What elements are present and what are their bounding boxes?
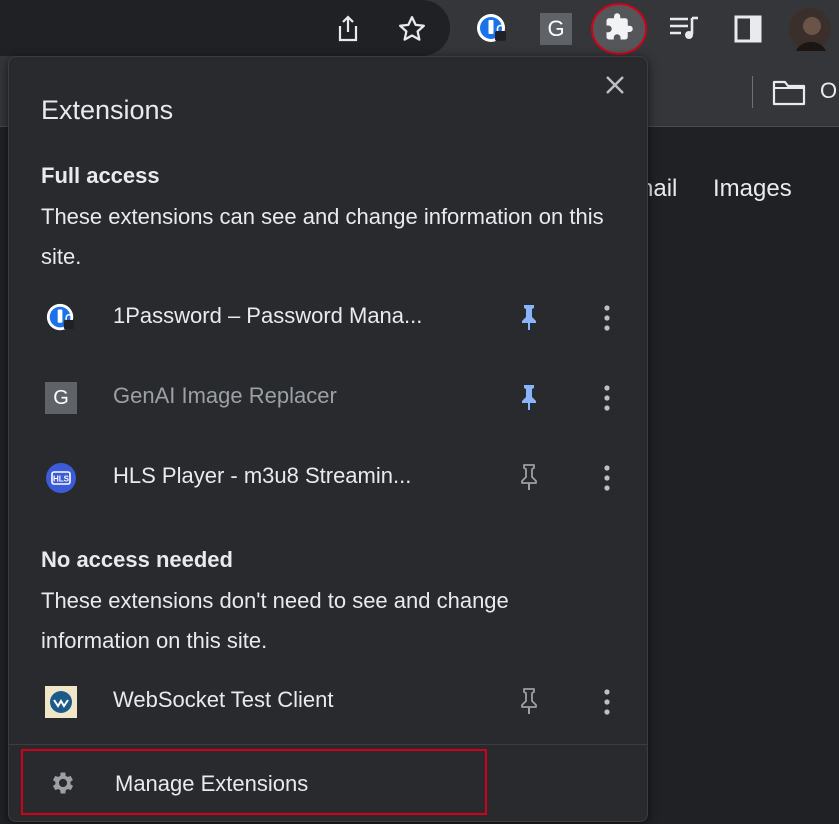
more-options-icon[interactable] (597, 687, 617, 717)
star-icon[interactable] (390, 7, 434, 51)
bookmark-folder-label[interactable]: O (820, 78, 837, 104)
side-panel-icon[interactable] (726, 7, 770, 51)
1password-icon (45, 302, 77, 334)
extension-name: GenAI Image Replacer (113, 383, 337, 408)
extensions-button[interactable] (591, 3, 647, 55)
genai-icon: G (45, 382, 77, 414)
close-icon (605, 75, 625, 100)
websocket-icon (45, 686, 77, 718)
no-access-heading: No access needed (41, 547, 233, 572)
extension-row-hls[interactable]: HLS HLS Player - m3u8 Streamin... (9, 447, 647, 507)
media-queue-icon[interactable] (662, 7, 706, 51)
close-button[interactable] (601, 73, 629, 101)
puzzle-icon (604, 12, 634, 47)
pin-outline-icon[interactable] (517, 463, 541, 491)
1password-icon[interactable] (470, 7, 514, 51)
address-bar[interactable] (0, 0, 450, 56)
pin-icon[interactable] (517, 303, 541, 331)
menu-divider (9, 744, 647, 745)
extension-name: WebSocket Test Client (113, 687, 334, 712)
full-access-heading: Full access (41, 163, 160, 188)
extension-row-1password[interactable]: 1Password – Password Mana... (9, 287, 647, 347)
extension-row-genai[interactable]: G GenAI Image Replacer (9, 367, 647, 427)
extension-row-websocket[interactable]: WebSocket Test Client (9, 671, 647, 731)
extension-name: HLS Player - m3u8 Streamin... (113, 463, 412, 488)
gear-icon (49, 769, 77, 797)
hls-icon-text: HLS (53, 475, 70, 484)
pin-outline-icon[interactable] (517, 687, 541, 715)
pin-icon[interactable] (517, 383, 541, 411)
bookmarks-separator (752, 76, 753, 108)
page-link-images[interactable]: Images (713, 175, 792, 203)
genai-letter: G (45, 382, 77, 414)
genai-icon[interactable]: G (534, 7, 578, 51)
share-icon[interactable] (326, 7, 370, 51)
manage-extensions-label: Manage Extensions (115, 771, 309, 796)
browser-toolbar: G (0, 0, 839, 58)
hls-icon: HLS (45, 462, 77, 494)
manage-extensions-button[interactable]: Manage Extensions (21, 749, 487, 815)
more-options-icon[interactable] (597, 463, 617, 493)
more-options-icon[interactable] (597, 303, 617, 333)
extension-name: 1Password – Password Mana... (113, 303, 423, 328)
no-access-description: These extensions don't need to see and c… (41, 588, 509, 653)
folder-icon[interactable] (772, 78, 806, 111)
more-options-icon[interactable] (597, 383, 617, 413)
full-access-description: These extensions can see and change info… (41, 204, 604, 269)
extensions-menu: Extensions Full access These extensions … (8, 56, 648, 822)
genai-letter: G (540, 13, 572, 45)
avatar[interactable] (788, 7, 832, 51)
popup-title: Extensions (41, 95, 174, 125)
